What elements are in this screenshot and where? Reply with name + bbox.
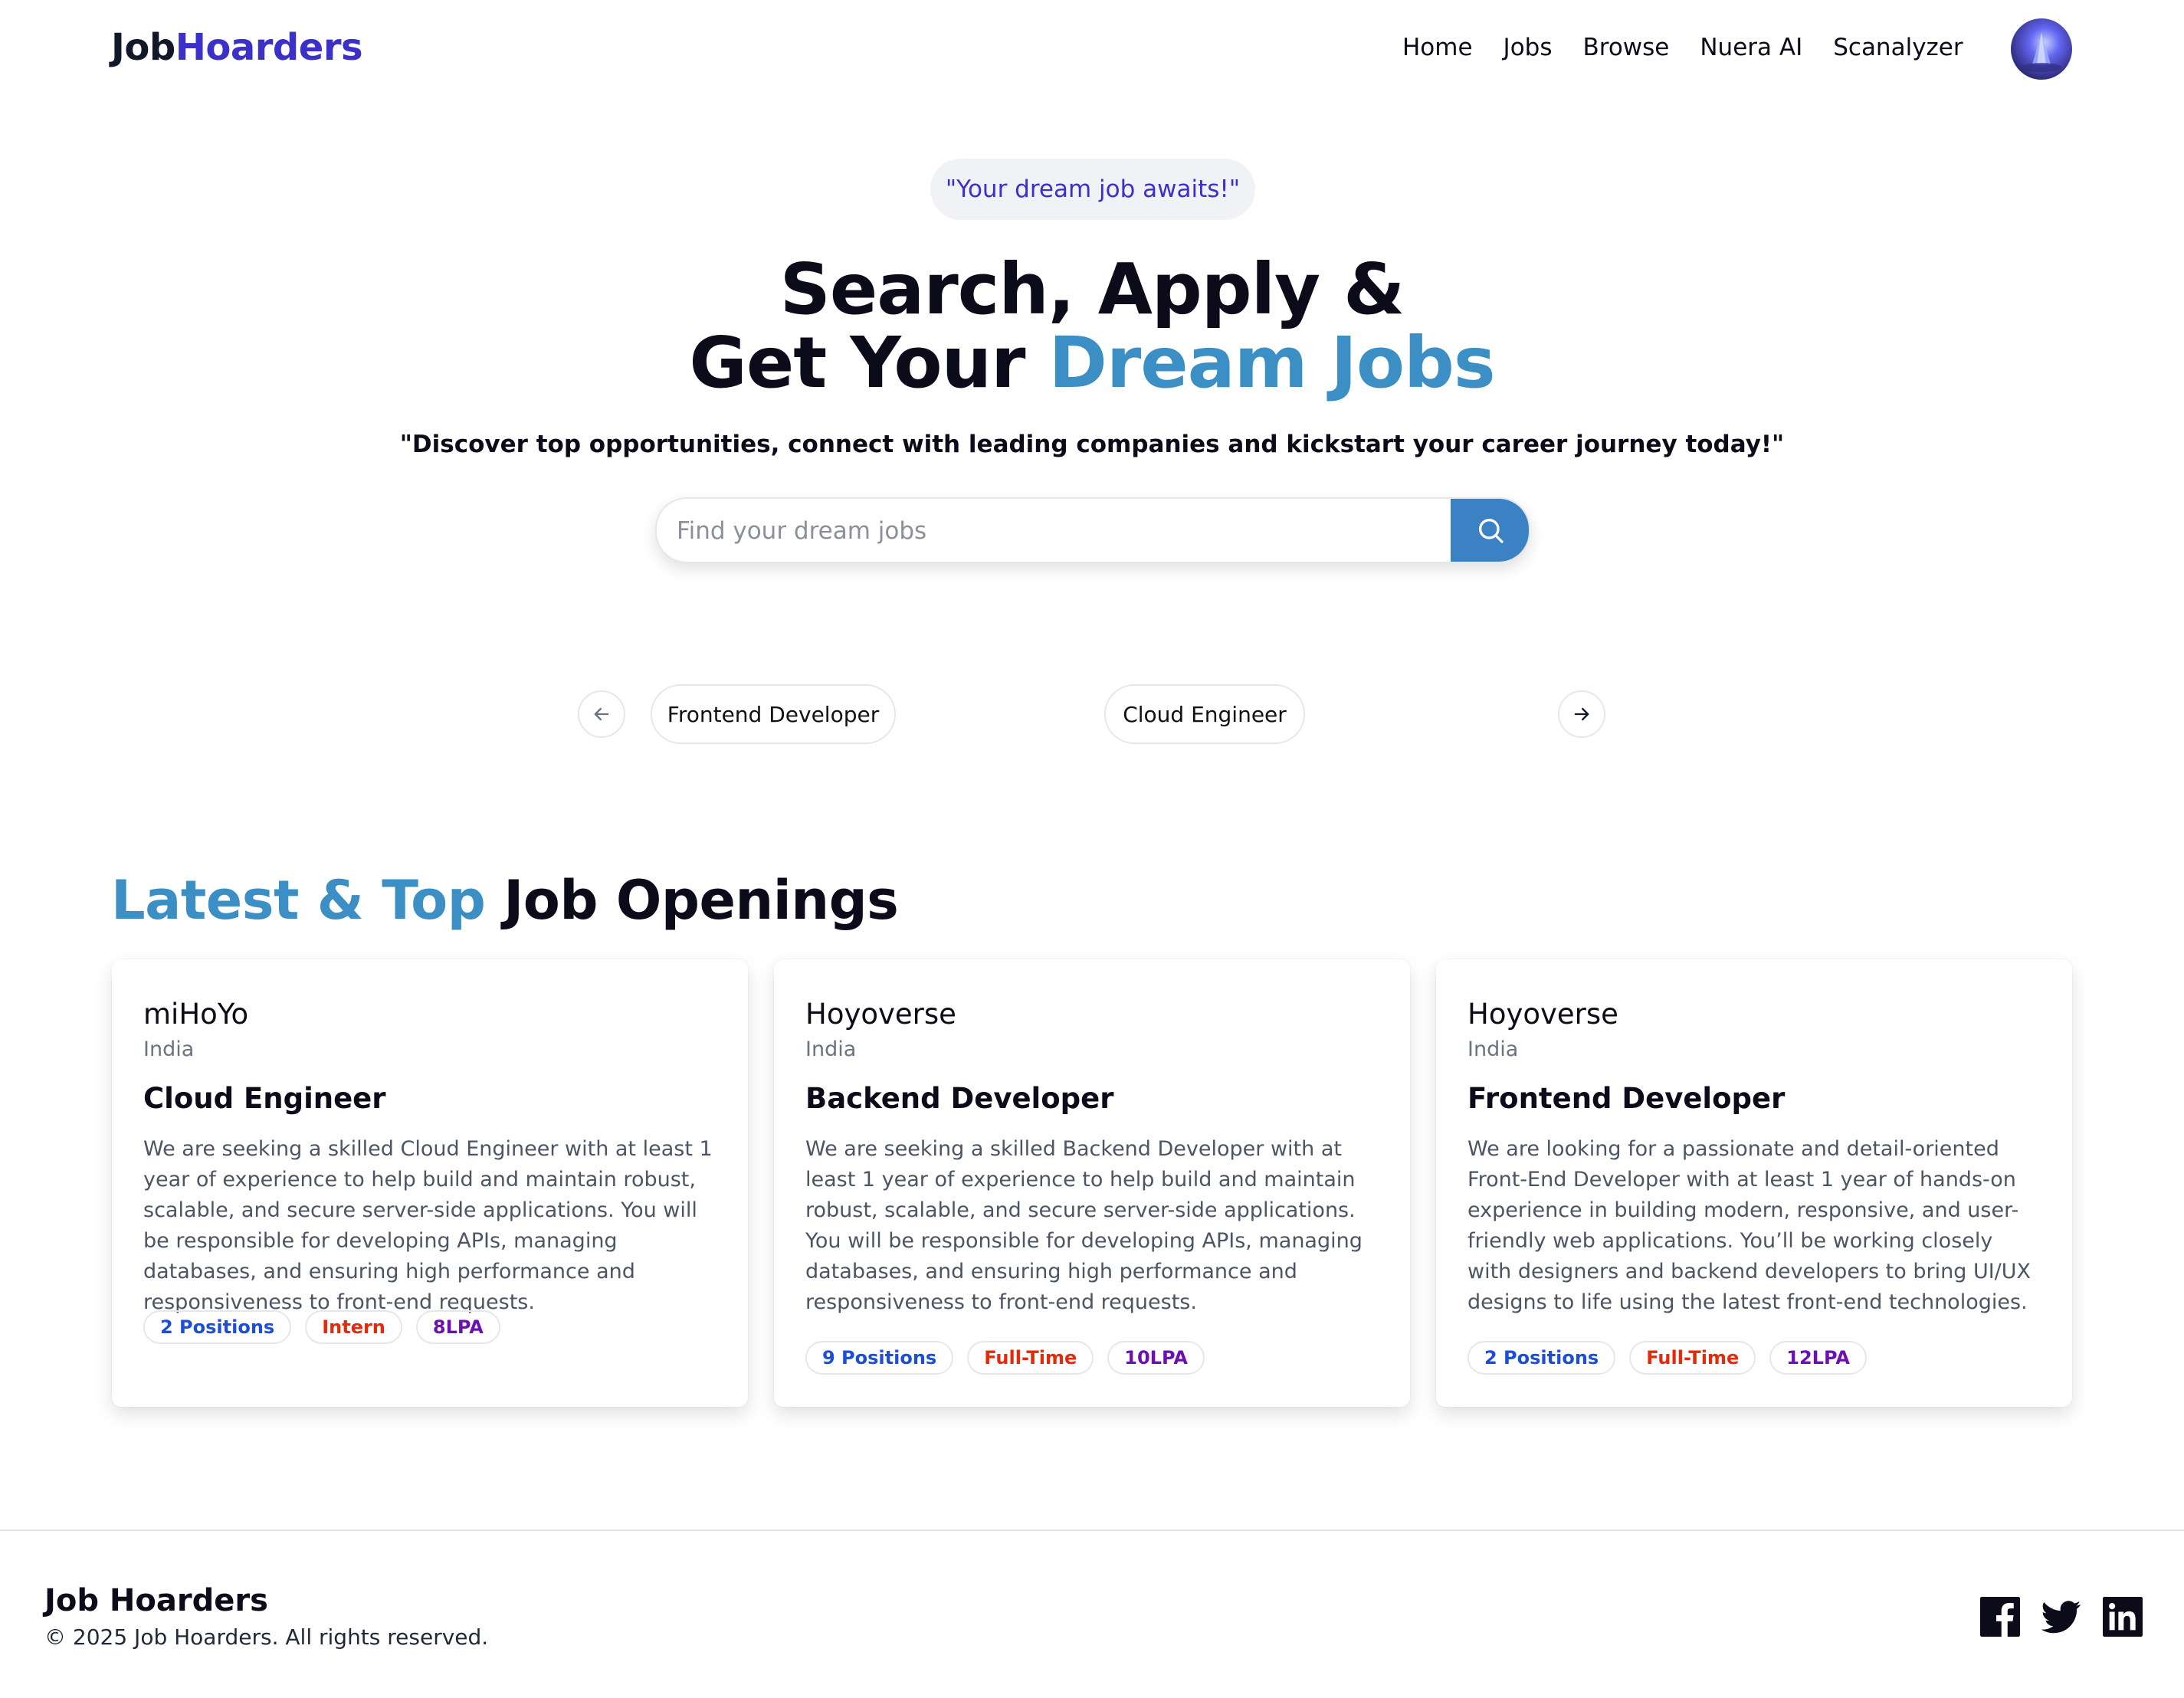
job-card[interactable]: Hoyoverse India Frontend Developer We ar… bbox=[1436, 959, 2072, 1407]
category-chip[interactable]: Frontend Developer bbox=[651, 684, 896, 744]
search-icon bbox=[1479, 519, 1504, 543]
job-badges: 9 Positions Full-Time 10LPA bbox=[805, 1341, 1205, 1375]
positions-badge: 9 Positions bbox=[805, 1341, 954, 1375]
hero-subtitle: "Discover top opportunities, connect wit… bbox=[399, 431, 1785, 458]
logo-text-job: Job bbox=[111, 26, 175, 69]
hero-title-line1: Search, Apply & bbox=[779, 248, 1405, 330]
job-type-badge: Full-Time bbox=[1629, 1341, 1756, 1375]
hero-title-line2: Get Your Dream Jobs bbox=[0, 326, 2184, 400]
salary-badge: 10LPA bbox=[1107, 1341, 1205, 1375]
company-name: Hoyoverse bbox=[1467, 998, 1618, 1031]
twitter-icon bbox=[2041, 1601, 2081, 1634]
job-description: We are seeking a skilled Cloud Engineer … bbox=[143, 1137, 713, 1314]
footer-brand: Job Hoarders bbox=[44, 1583, 268, 1618]
logo[interactable]: JobHoarders bbox=[111, 26, 363, 69]
job-type-badge: Intern bbox=[305, 1310, 402, 1344]
facebook-icon bbox=[1980, 1597, 2020, 1637]
company-name: miHoYo bbox=[143, 998, 249, 1031]
navbar: JobHoarders Home Jobs Browse Nuera AI Sc… bbox=[0, 0, 2184, 100]
search-bar bbox=[655, 497, 1530, 563]
job-location: India bbox=[143, 1037, 195, 1061]
positions-badge: 2 Positions bbox=[143, 1310, 292, 1344]
search-input[interactable] bbox=[675, 499, 1445, 562]
carousel-prev-button[interactable] bbox=[578, 690, 625, 738]
nav-links: Home Jobs Browse Nuera AI Scanalyzer bbox=[1402, 34, 1963, 61]
job-title: Backend Developer bbox=[805, 1082, 1114, 1115]
job-title: Cloud Engineer bbox=[143, 1082, 386, 1115]
carousel-next-button[interactable] bbox=[1558, 690, 1605, 738]
job-badges: 2 Positions Full-Time 12LPA bbox=[1467, 1341, 1867, 1375]
nav-link-scanalyzer[interactable]: Scanalyzer bbox=[1833, 34, 1963, 61]
job-location: India bbox=[1467, 1037, 1519, 1061]
job-location: India bbox=[805, 1037, 857, 1061]
hero-title-plain: Get Your bbox=[689, 322, 1049, 404]
linkedin-link[interactable] bbox=[2103, 1597, 2143, 1637]
nav-link-nuera-ai[interactable]: Nuera AI bbox=[1700, 34, 1802, 61]
job-title: Frontend Developer bbox=[1467, 1082, 1786, 1115]
section-title-accent: Latest & Top bbox=[111, 869, 486, 932]
job-description: We are looking for a passionate and deta… bbox=[1467, 1137, 2032, 1314]
arrow-left-icon bbox=[594, 707, 609, 721]
job-card[interactable]: Hoyoverse India Backend Developer We are… bbox=[774, 959, 1410, 1407]
nav-link-jobs[interactable]: Jobs bbox=[1504, 34, 1553, 61]
salary-badge: 8LPA bbox=[415, 1310, 500, 1344]
positions-badge: 2 Positions bbox=[1467, 1341, 1616, 1375]
company-name: Hoyoverse bbox=[805, 998, 956, 1031]
search-button[interactable] bbox=[1451, 499, 1529, 562]
job-type-badge: Full-Time bbox=[967, 1341, 1094, 1375]
hero-title: Search, Apply & Get Your Dream Jobs bbox=[0, 253, 2184, 400]
profile-avatar[interactable] bbox=[2011, 18, 2072, 80]
job-card[interactable]: miHoYo India Cloud Engineer We are seeki… bbox=[112, 959, 748, 1407]
section-title: Latest & Top Job Openings bbox=[111, 869, 899, 932]
nav-link-home[interactable]: Home bbox=[1402, 34, 1473, 61]
logo-text-hoarders: Hoarders bbox=[175, 26, 363, 69]
hero-title-accent: Dream Jobs bbox=[1048, 322, 1496, 404]
hero-tagline: "Your dream job awaits!" bbox=[930, 159, 1255, 220]
linkedin-icon bbox=[2103, 1597, 2143, 1637]
twitter-link[interactable] bbox=[2041, 1597, 2081, 1637]
section-title-plain: Job Openings bbox=[485, 869, 899, 932]
job-description: We are seeking a skilled Backend Develop… bbox=[805, 1137, 1363, 1314]
footer-divider bbox=[0, 1529, 2184, 1531]
arrow-right-icon bbox=[1574, 707, 1589, 721]
avatar-image bbox=[2022, 32, 2061, 72]
facebook-link[interactable] bbox=[1980, 1597, 2020, 1637]
category-chip[interactable]: Cloud Engineer bbox=[1104, 684, 1305, 744]
footer-copyright: © 2025 Job Hoarders. All rights reserved… bbox=[44, 1624, 489, 1650]
salary-badge: 12LPA bbox=[1769, 1341, 1867, 1375]
nav-link-browse[interactable]: Browse bbox=[1582, 34, 1669, 61]
job-badges: 2 Positions Intern 8LPA bbox=[143, 1310, 500, 1344]
